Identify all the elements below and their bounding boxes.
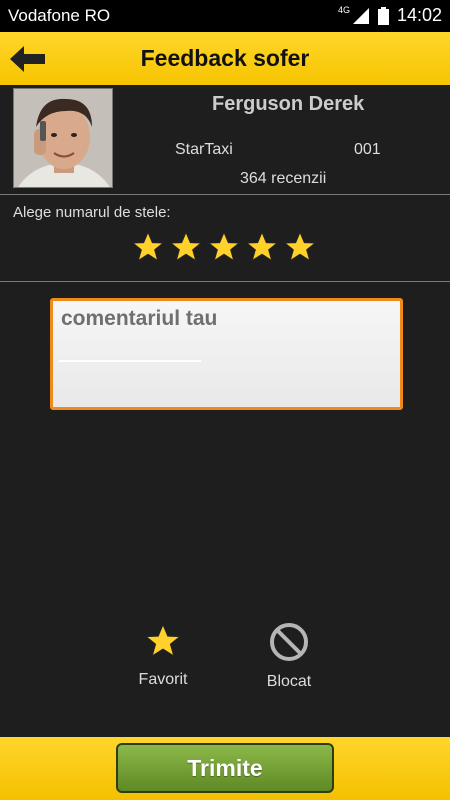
- driver-reviews-count: 364 recenzii: [240, 170, 327, 187]
- divider: [0, 281, 450, 282]
- header-bar: Feedback sofer: [0, 32, 450, 85]
- star-1-icon[interactable]: [131, 230, 165, 264]
- comment-field[interactable]: [50, 298, 403, 410]
- favorite-button[interactable]: Favorit: [118, 622, 208, 689]
- star-4-icon[interactable]: [245, 230, 279, 264]
- network-type-label: 4G: [337, 4, 350, 15]
- divider: [0, 194, 450, 195]
- driver-avatar: [13, 88, 113, 188]
- star-2-icon[interactable]: [169, 230, 203, 264]
- stars-label: Alege numarul de stele:: [13, 204, 171, 221]
- star-rating: [131, 230, 317, 264]
- star-icon: [143, 622, 183, 658]
- block-label: Blocat: [266, 673, 312, 690]
- status-icons: 4G 14:02: [338, 5, 442, 26]
- status-bar: Vodafone RO 4G 14:02: [0, 0, 450, 32]
- bottom-bar: Trimite: [0, 737, 450, 800]
- signal-icon: [352, 7, 369, 24]
- page-title: Feedback sofer: [140, 45, 310, 71]
- star-3-icon[interactable]: [207, 230, 241, 264]
- clock: 14:02: [396, 5, 442, 25]
- carrier-label: Vodafone RO: [8, 6, 111, 25]
- comment-underline: [59, 360, 201, 362]
- driver-name: Ferguson Derek: [212, 93, 365, 115]
- submit-button[interactable]: Trimite: [116, 743, 334, 793]
- star-5-icon[interactable]: [283, 230, 317, 264]
- battery-icon: [377, 6, 389, 25]
- driver-company: StarTaxi: [175, 141, 233, 158]
- block-icon: [270, 623, 308, 661]
- block-button[interactable]: Blocat: [244, 622, 334, 691]
- favorite-label: Favorit: [138, 671, 188, 688]
- person-photo-icon: [14, 89, 112, 187]
- driver-code: 001: [354, 141, 381, 158]
